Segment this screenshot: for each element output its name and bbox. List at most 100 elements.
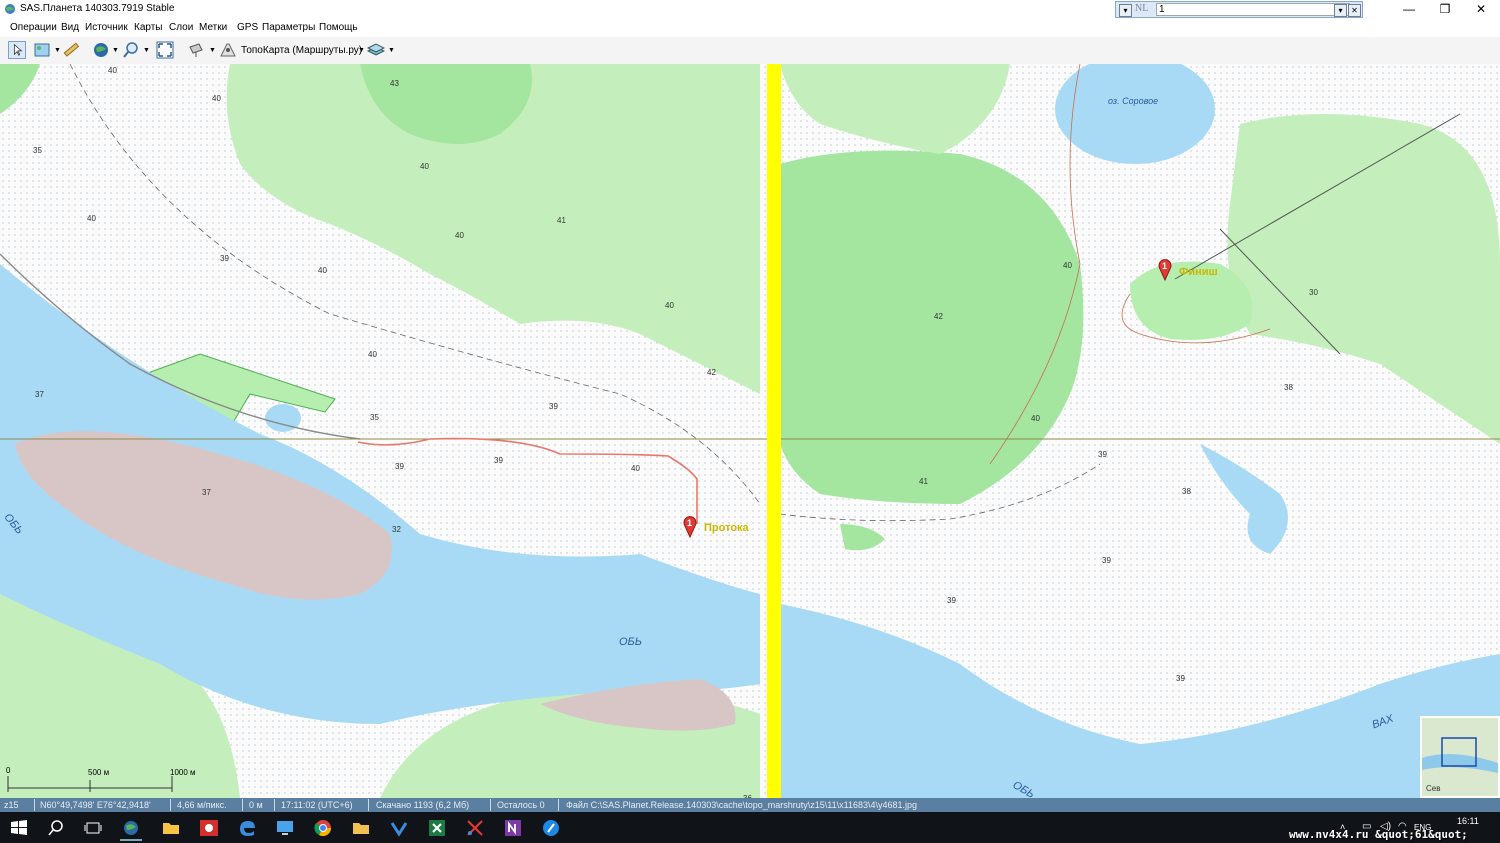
elevation-label: 40 (455, 231, 464, 240)
minimap[interactable]: Сев (1420, 716, 1500, 798)
search-go-icon[interactable]: ▾ (1334, 4, 1347, 17)
elevation-label: 35 (370, 413, 379, 422)
tray-clock[interactable]: 16:11 (1457, 816, 1479, 826)
app-red-icon[interactable] (198, 817, 220, 839)
status-remaining: Осталось 0 (497, 800, 545, 810)
search-dropdown-icon[interactable]: ▾ (1119, 4, 1132, 17)
map-source-dropdown-icon[interactable]: ▼ (358, 47, 365, 54)
elevation-label: 40 (1063, 261, 1072, 270)
menu-source[interactable]: Источник (85, 22, 128, 33)
elevation-label: 40 (87, 214, 96, 223)
elevation-label: 37 (202, 488, 211, 497)
ruler-icon[interactable] (62, 41, 80, 59)
search-input[interactable] (1156, 3, 1350, 16)
windows-start-icon[interactable] (8, 817, 30, 839)
elevation-label: 38 (1182, 487, 1191, 496)
scale-zero-label: 0 (6, 766, 11, 775)
map-canvas[interactable] (0, 64, 1500, 798)
search-close-icon[interactable]: ✕ (1348, 4, 1361, 17)
zoom-icon[interactable] (122, 41, 140, 59)
search-mode-label[interactable]: NL (1135, 3, 1148, 14)
app-blue-icon[interactable] (540, 817, 562, 839)
lake-label: оз. Соровое (1108, 96, 1159, 106)
status-coords: N60°49,7498' E76°42,9418' (40, 800, 151, 810)
remote-desktop-icon[interactable] (274, 817, 296, 839)
status-separator (490, 799, 491, 811)
fullscreen-icon[interactable] (156, 41, 174, 59)
edge-browser-icon[interactable] (236, 817, 258, 839)
toolbar: ▼ ▼ ▼ ▼ ТопоКарта (Маршруты.ру) ▼ ▼ (0, 37, 1500, 65)
placemark-label[interactable]: Протока (704, 522, 749, 534)
watermark-text: www.nv4x4.ru &quot;61&quot; (1289, 828, 1468, 841)
placemark-label[interactable]: Финиш (1179, 266, 1218, 278)
menu-marks[interactable]: Метки (199, 22, 227, 33)
map-source-icon[interactable] (219, 41, 237, 59)
menu-operations[interactable]: Операции (10, 22, 57, 33)
status-time: 17:11:02 (UTC+6) (281, 800, 353, 810)
close-button[interactable]: ✕ (1463, 0, 1499, 18)
scale-1000-label: 1000 м (170, 768, 196, 777)
satellite-dropdown-icon[interactable]: ▼ (209, 47, 216, 54)
elevation-label: 39 (549, 402, 558, 411)
title-bar: SAS.Планета 140303.7919 Stable ▾ NL ▾ ✕ … (0, 0, 1500, 18)
menu-settings[interactable]: Параметры (262, 22, 315, 33)
layers-dropdown-icon[interactable]: ▼ (388, 47, 395, 54)
sasplanet-taskbar-icon[interactable] (120, 817, 142, 841)
minimize-button[interactable]: — (1391, 0, 1427, 18)
satellite-icon[interactable] (188, 41, 206, 59)
elevation-label: 38 (1284, 383, 1293, 392)
elevation-label: 40 (212, 94, 221, 103)
status-distance: 0 м (249, 800, 263, 810)
status-separator (274, 799, 275, 811)
zoom-dropdown-icon[interactable]: ▼ (143, 47, 150, 54)
select-area-icon[interactable] (33, 41, 51, 59)
map-view[interactable]: 40 40 43 35 40 40 39 40 41 40 40 42 39 4… (0, 64, 1500, 798)
status-separator (558, 799, 559, 811)
menu-bar: Операции Вид Источник Карты Слои Метки G… (0, 19, 1500, 37)
elevation-label: 40 (665, 301, 674, 310)
elevation-label: 39 (494, 456, 503, 465)
elevation-label: 41 (557, 216, 566, 225)
status-separator (34, 799, 35, 811)
scale-500-label: 500 м (88, 768, 110, 777)
menu-help[interactable]: Помощь (319, 22, 358, 33)
menu-layers[interactable]: Слои (169, 22, 193, 33)
minimap-label: Сев (1426, 784, 1441, 793)
status-separator (170, 799, 171, 811)
app-globe-icon (5, 4, 15, 14)
elevation-label: 39 (220, 254, 229, 263)
search-icon[interactable] (45, 817, 67, 839)
select-area-dropdown-icon[interactable]: ▼ (54, 47, 61, 54)
vpn-icon[interactable] (388, 817, 410, 839)
task-view-icon[interactable] (82, 817, 104, 839)
globe-icon[interactable] (92, 41, 110, 59)
search-widget[interactable]: ▾ NL ▾ ✕ (1115, 1, 1363, 18)
snipping-tool-icon[interactable] (464, 817, 486, 839)
elevation-label: 42 (934, 312, 943, 321)
elevation-label: 41 (919, 477, 928, 486)
excel-icon[interactable] (426, 817, 448, 839)
status-separator (242, 799, 243, 811)
cursor-tool-icon[interactable] (8, 41, 26, 59)
menu-maps[interactable]: Карты (134, 22, 163, 33)
elevation-label: 40 (420, 162, 429, 171)
status-resolution: 4,66 м/пикс. (177, 800, 227, 810)
elevation-label: 43 (390, 79, 399, 88)
file-explorer-icon[interactable] (160, 817, 182, 839)
restore-button[interactable]: ❐ (1427, 0, 1463, 18)
elevation-label: 39 (1176, 674, 1185, 683)
menu-gps[interactable]: GPS (237, 22, 258, 33)
folder-icon[interactable] (350, 817, 372, 839)
elevation-label: 39 (947, 596, 956, 605)
pin-number: 1 (687, 518, 693, 528)
map-source-label[interactable]: ТопоКарта (Маршруты.ру) (241, 45, 362, 56)
elevation-label: 40 (368, 350, 377, 359)
onenote-icon[interactable] (502, 817, 524, 839)
chrome-icon[interactable] (312, 817, 334, 839)
elevation-label: 39 (1102, 556, 1111, 565)
layers-icon[interactable] (367, 41, 385, 59)
menu-view[interactable]: Вид (61, 22, 79, 33)
globe-dropdown-icon[interactable]: ▼ (112, 47, 119, 54)
elevation-label: 42 (707, 368, 716, 377)
elevation-label: 40 (631, 464, 640, 473)
